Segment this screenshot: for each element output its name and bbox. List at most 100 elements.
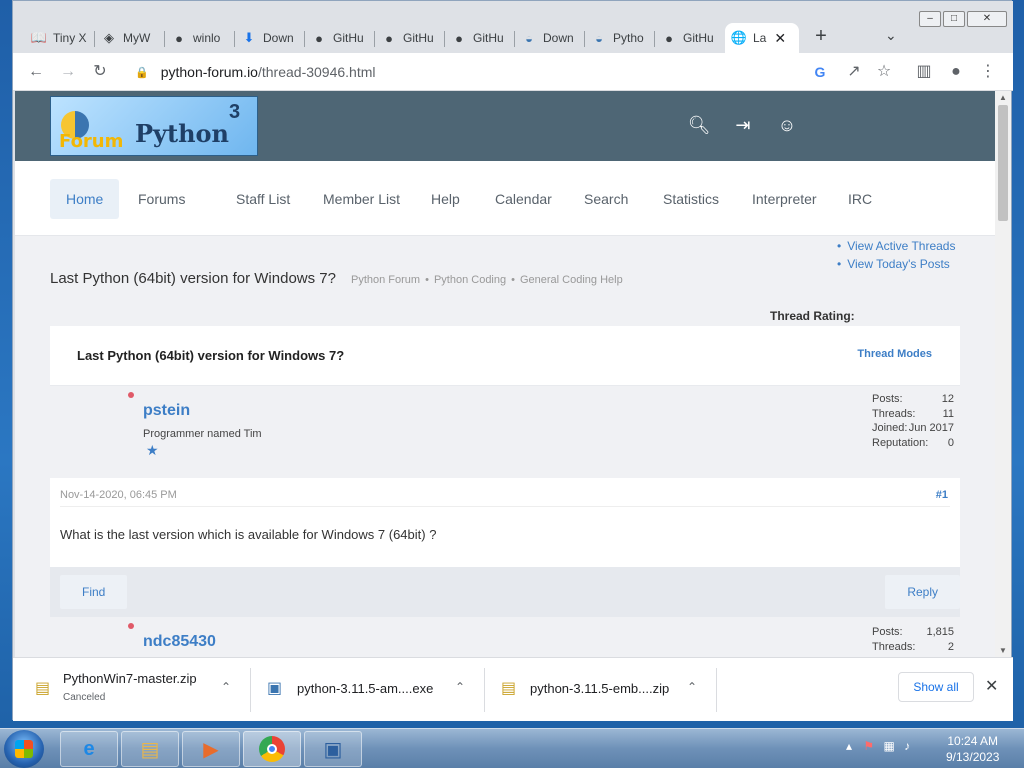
star-icon: ★ <box>146 442 159 458</box>
download-item[interactable]: ▤ python-3.11.5-emb....zip ⌃ <box>485 658 717 722</box>
media-player-icon[interactable]: ▶ <box>182 731 240 767</box>
post-message: What is the last version which is availa… <box>60 527 437 542</box>
maximize-icon[interactable]: □ <box>943 11 965 27</box>
tab-10[interactable]: ● GitHu <box>655 23 725 53</box>
post-author-panel: pstein Programmer named Tim ★ Posts: 12 T… <box>50 386 960 478</box>
download-item[interactable]: ▤ PythonWin7-master.zip Canceled ⌃ <box>13 658 251 722</box>
stat-row: Posts: 12 <box>872 393 954 405</box>
nav-home[interactable]: Home <box>50 179 120 219</box>
volume-icon[interactable]: ♪ <box>904 739 910 753</box>
nav-interpreter[interactable]: Interpreter <box>736 179 833 219</box>
chevron-up-icon[interactable]: ⌃ <box>687 680 697 694</box>
github-icon: ● <box>315 30 323 46</box>
nav-calendar[interactable]: Calendar <box>479 179 568 219</box>
nav-search[interactable]: Search <box>568 179 644 219</box>
tab-8[interactable]: ◒ Down <box>515 23 585 53</box>
nav-irc[interactable]: IRC <box>832 179 888 219</box>
scroll-up-icon[interactable]: ▲ <box>995 93 1011 102</box>
nav-staff-list[interactable]: Staff List <box>220 179 306 219</box>
page-scrollbar[interactable]: ▲ ▼ <box>995 91 1011 657</box>
tab-label: Pytho <box>613 31 644 45</box>
chevron-up-icon[interactable]: ⌃ <box>221 680 231 694</box>
window-close-icon[interactable]: ✕ <box>967 11 1007 27</box>
url-path: /thread-30946.html <box>257 64 376 80</box>
stat-row: Reputation: 0 <box>872 436 954 449</box>
close-downloads-icon[interactable]: ✕ <box>985 676 998 696</box>
site-logo[interactable]: Forum Python 3 <box>50 96 258 156</box>
author-name[interactable]: ndc85430 <box>143 633 216 651</box>
login-icon[interactable]: ⇥ <box>731 115 755 136</box>
download-name: python-3.11.5-emb....zip <box>530 681 670 696</box>
page-title: Last Python (64bit) version for Windows … <box>50 270 336 287</box>
zip-file-icon: ▤ <box>35 680 51 697</box>
forward-icon[interactable]: → <box>57 61 79 83</box>
tab-active[interactable]: 🌐 La ✕ <box>725 23 799 53</box>
stat-row: Threads: 2 <box>872 640 954 653</box>
breadcrumb-python-coding[interactable]: Python Coding <box>434 274 506 286</box>
breadcrumb-general-coding-help[interactable]: General Coding Help <box>520 274 623 286</box>
post-actions: Find Reply <box>50 567 960 617</box>
python-icon: ◒ <box>595 30 603 46</box>
nav-statistics[interactable]: Statistics <box>647 179 735 219</box>
tab-7[interactable]: ● GitHu <box>445 23 515 53</box>
view-todays-posts-link[interactable]: View Today's Posts <box>837 255 955 273</box>
back-icon[interactable]: ← <box>25 61 47 83</box>
bookmark-star-icon[interactable]: ☆ <box>873 61 895 83</box>
view-active-threads-link[interactable]: View Active Threads <box>837 237 955 255</box>
tab-1[interactable]: 📖 Tiny X <box>25 23 95 53</box>
action-center-icon[interactable]: ⚑ <box>863 739 874 753</box>
search-icon[interactable]: 🔍︎ <box>687 115 711 136</box>
tab-6[interactable]: ● GitHu <box>375 23 445 53</box>
tab-4[interactable]: ⬇ Down <box>235 23 305 53</box>
clock-date: 9/13/2023 <box>946 750 1000 764</box>
chrome-icon[interactable] <box>243 731 301 767</box>
tab-2[interactable]: ◈ MyW <box>95 23 165 53</box>
close-tab-icon[interactable]: ✕ <box>774 30 786 47</box>
download-item[interactable]: ▣ python-3.11.5-am....exe ⌃ <box>251 658 485 722</box>
reply-button[interactable]: Reply <box>885 575 960 609</box>
network-icon[interactable]: ▦ <box>883 739 894 753</box>
menu-icon[interactable]: ⋮ <box>977 61 999 83</box>
thread-modes-button[interactable]: Thread Modes <box>857 348 932 360</box>
github-icon: ● <box>385 30 393 46</box>
author-name[interactable]: pstein <box>143 402 190 420</box>
virtualbox-icon[interactable]: ▣ <box>304 731 362 767</box>
profile-icon[interactable]: ● <box>945 61 967 83</box>
find-button[interactable]: Find <box>60 575 128 609</box>
tab-3[interactable]: ● winlo <box>165 23 235 53</box>
system-clock[interactable]: 10:24 AM 9/13/2023 <box>946 733 999 765</box>
tab-5[interactable]: ● GitHu <box>305 23 375 53</box>
internet-explorer-icon[interactable]: e <box>60 731 118 767</box>
scrollbar-thumb[interactable] <box>998 105 1008 221</box>
github-icon: ● <box>665 30 673 46</box>
google-icon[interactable]: G <box>809 61 831 83</box>
system-tray: ▴ ⚑ ▦ ♪ <box>846 739 910 753</box>
tab-strip: 📖 Tiny X ◈ MyW ● winlo ⬇ Down ● GitHu ● … <box>13 1 1013 53</box>
nav-member-list[interactable]: Member List <box>307 179 416 219</box>
start-button[interactable] <box>4 730 44 768</box>
tab-9[interactable]: ◒ Pytho <box>585 23 655 53</box>
share-icon[interactable]: ↗ <box>843 61 865 83</box>
reload-icon[interactable]: ↻ <box>89 61 111 83</box>
register-user-icon[interactable]: ☺ <box>775 115 799 136</box>
tab-search-icon[interactable]: ⌄ <box>885 27 897 44</box>
minimize-icon[interactable]: – <box>919 11 941 27</box>
side-panel-icon[interactable]: ▥ <box>913 61 935 83</box>
post-divider <box>60 506 950 507</box>
show-hidden-icons-icon[interactable]: ▴ <box>846 739 852 753</box>
tab-label: Down <box>543 31 574 45</box>
nav-forums[interactable]: Forums <box>122 179 201 219</box>
online-status-dot <box>128 392 134 398</box>
show-all-button[interactable]: Show all <box>898 672 974 702</box>
file-explorer-icon[interactable]: ▤ <box>121 731 179 767</box>
stat-row: Joined: Jun 2017 <box>872 422 954 434</box>
post-number-link[interactable]: #1 <box>936 489 948 501</box>
globe-icon: 🌐 <box>730 30 748 45</box>
nav-help[interactable]: Help <box>415 179 476 219</box>
author-stats: Posts: 12 Threads: 11 Joined: Jun 2017 Repu… <box>872 392 954 450</box>
breadcrumb-python-forum[interactable]: Python Forum <box>351 274 420 286</box>
scroll-down-icon[interactable]: ▼ <box>995 646 1011 655</box>
address-bar[interactable]: 🔒 python-forum.io/thread-30946.html <box>125 58 895 86</box>
chevron-up-icon[interactable]: ⌃ <box>455 680 465 694</box>
new-tab-icon[interactable]: + <box>809 25 833 48</box>
